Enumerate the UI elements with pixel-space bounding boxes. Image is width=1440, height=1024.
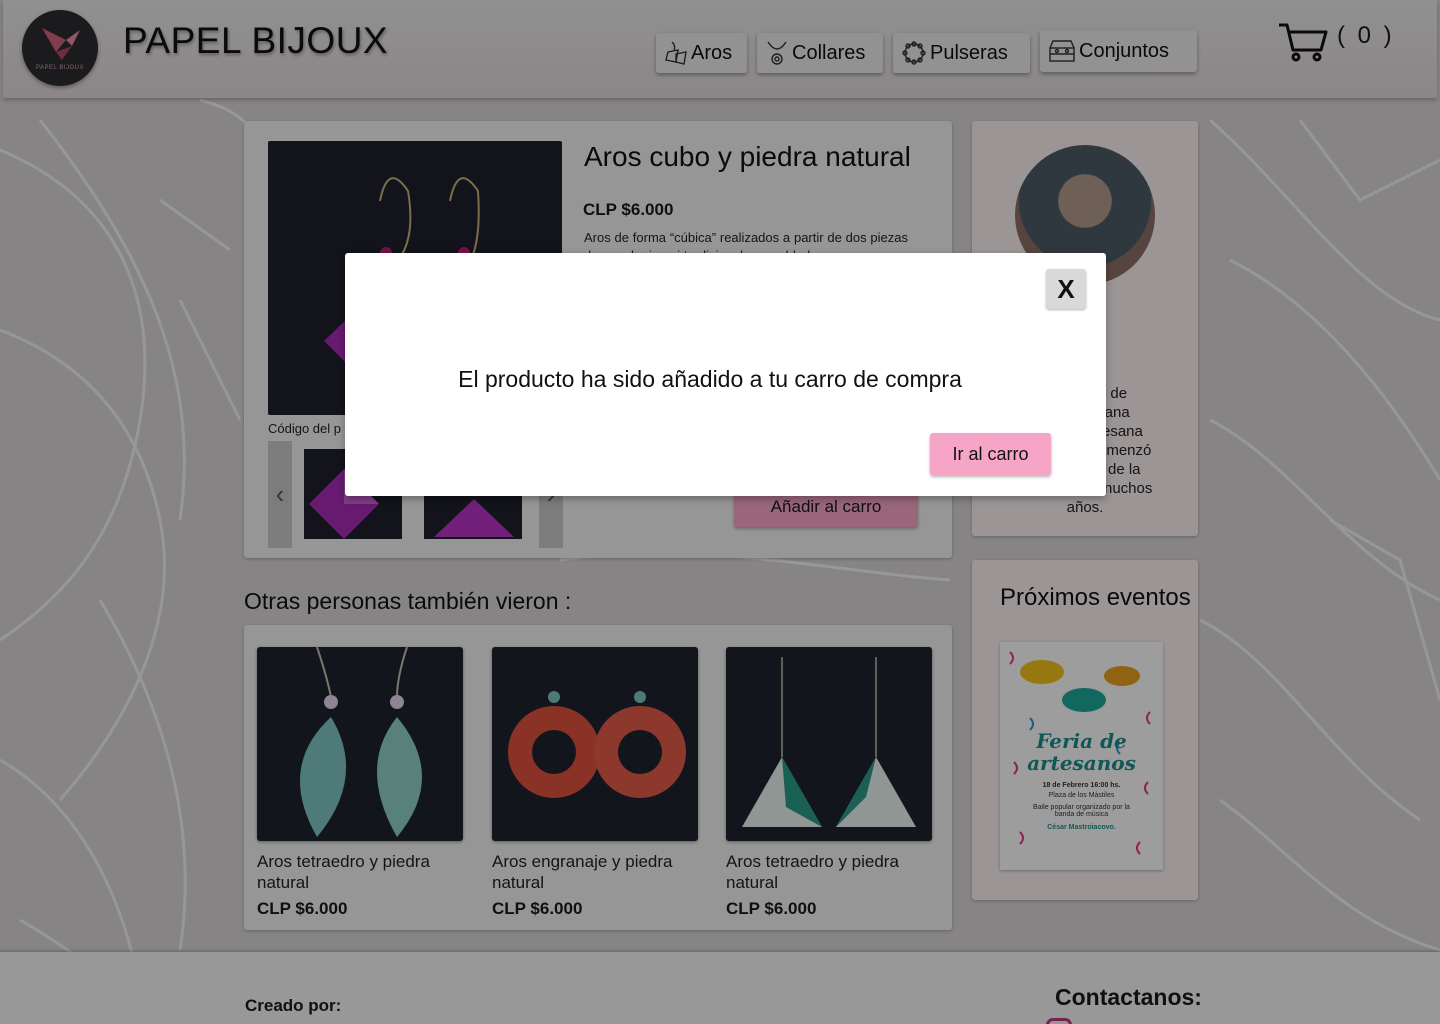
go-to-cart-button[interactable]: Ir al carro xyxy=(930,433,1051,475)
close-icon: X xyxy=(1057,273,1075,304)
modal-message: El producto ha sido añadido a tu carro d… xyxy=(458,366,962,392)
close-button[interactable]: X xyxy=(1046,269,1086,309)
added-to-cart-modal: X El producto ha sido añadido a tu carro… xyxy=(345,253,1106,496)
modal-overlay[interactable] xyxy=(0,0,1440,1024)
